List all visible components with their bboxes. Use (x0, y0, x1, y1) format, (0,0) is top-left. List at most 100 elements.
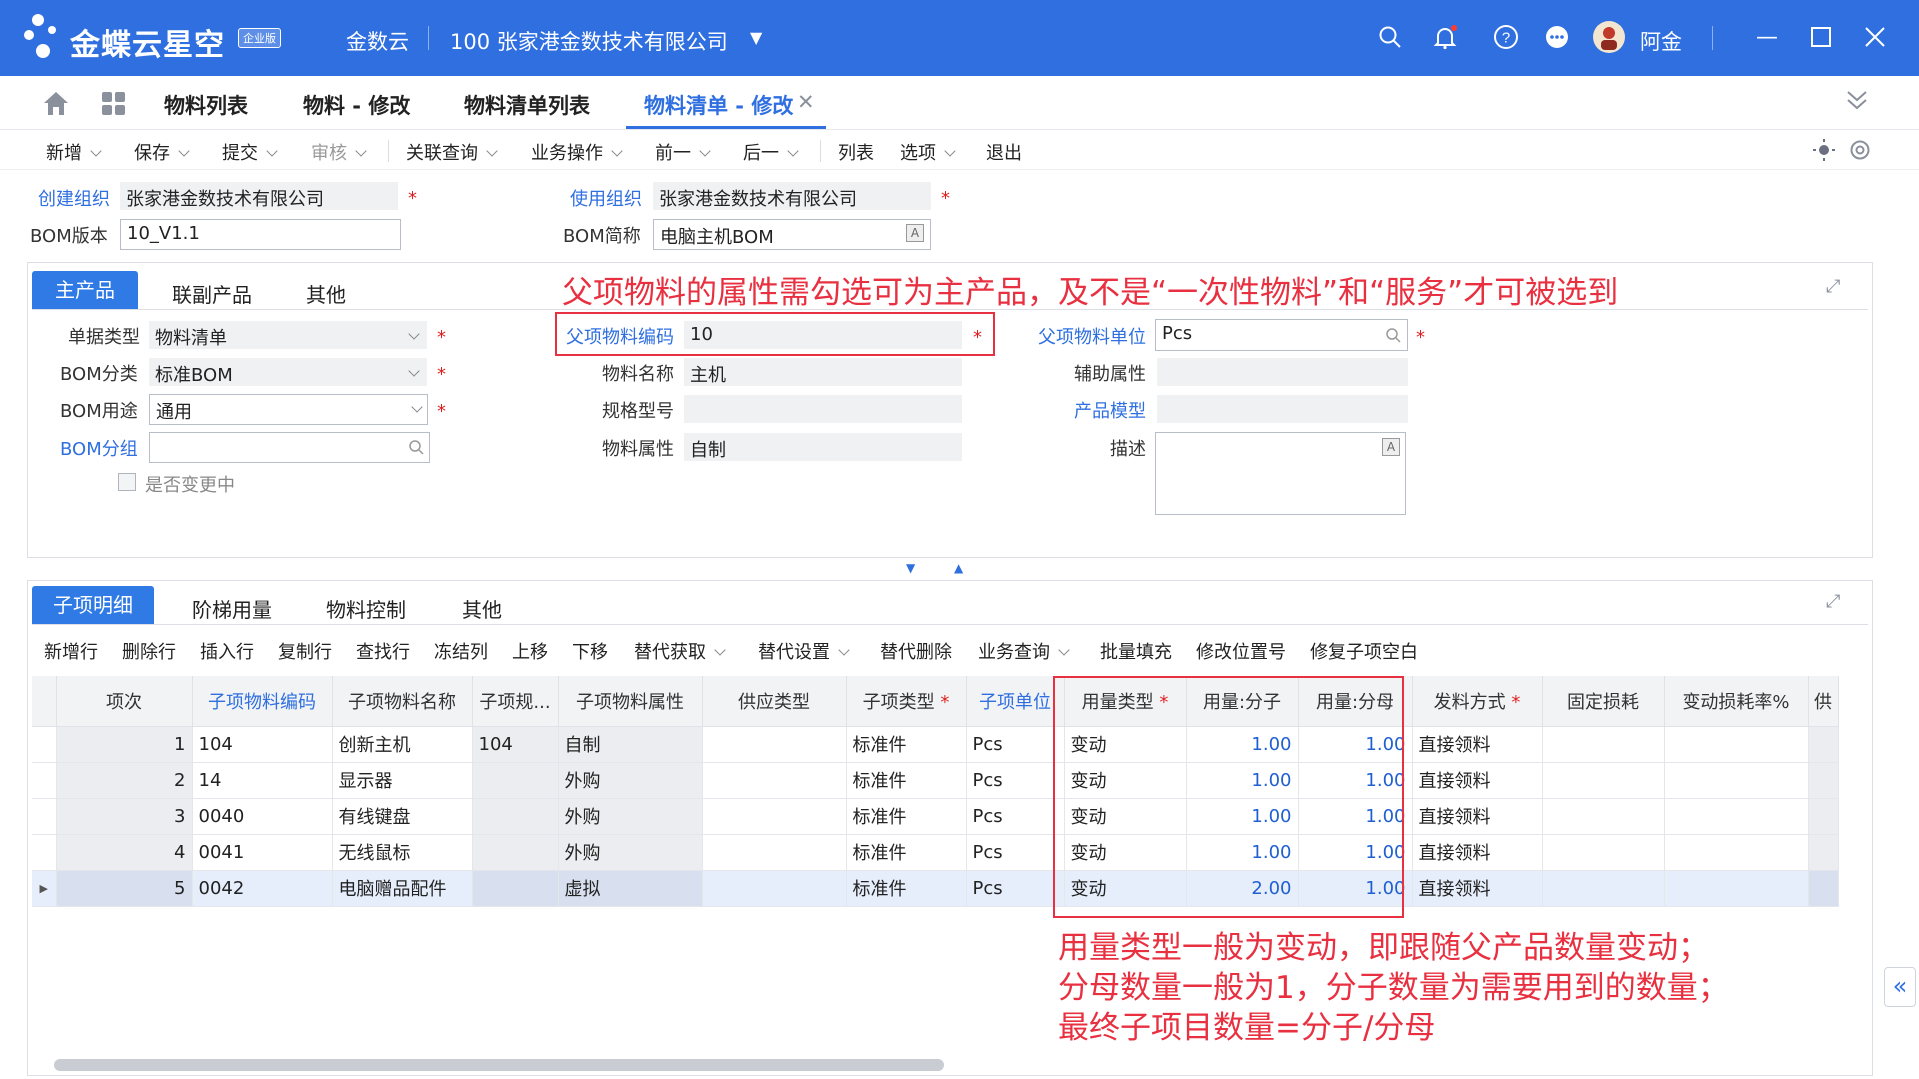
row-handle[interactable] (32, 798, 57, 835)
settings-gear-icon[interactable] (1848, 138, 1872, 167)
product-model-field[interactable] (1157, 395, 1408, 423)
multilang-icon[interactable]: A (1382, 438, 1400, 456)
expand-icon[interactable]: ⤢ (1826, 276, 1840, 297)
cell-issue[interactable]: 直接领料 (1412, 870, 1543, 907)
cell-code[interactable]: 0040 (192, 798, 333, 835)
aux-attr-field[interactable] (1157, 358, 1408, 386)
col-supply-truncated[interactable]: 供 (1808, 676, 1839, 727)
col-issue-method[interactable]: 发料方式 * (1412, 676, 1543, 727)
product-switcher[interactable]: 金数云 (346, 26, 409, 56)
parent-unit-input[interactable]: Pcs (1155, 319, 1408, 351)
more-icon[interactable] (1540, 20, 1574, 54)
cell-type[interactable]: 标准件 (846, 834, 967, 871)
table-row[interactable]: 2 14 显示器 外购 标准件 Pcs 变动 1.00 1.00 直接领料 (32, 762, 1839, 799)
cell-attr[interactable]: 外购 (558, 798, 703, 835)
theme-icon[interactable] (1812, 138, 1836, 167)
cell-name[interactable]: 创新主机 (332, 726, 473, 763)
tab-material-list[interactable]: 物料列表 (164, 90, 248, 120)
cell-empty[interactable] (1542, 834, 1665, 871)
cell-unit[interactable]: Pcs (966, 726, 1065, 763)
use-org-field[interactable]: 张家港金数技术有限公司 (653, 182, 931, 210)
avatar[interactable] (1592, 20, 1626, 54)
exit-button[interactable]: 退出 (986, 139, 1022, 165)
cell-supply[interactable] (702, 834, 847, 871)
copy-row-button[interactable]: 复制行 (278, 638, 332, 664)
table-row[interactable]: 4 0041 无线鼠标 外购 标准件 Pcs 变动 1.00 1.00 直接领料 (32, 834, 1839, 871)
is-changing-checkbox[interactable] (118, 473, 136, 491)
table-row[interactable]: 1 104 创新主机 104 自制 标准件 Pcs 变动 1.00 1.00 直接领料 (32, 726, 1839, 763)
list-button[interactable]: 列表 (838, 139, 874, 165)
cell-type[interactable]: 标准件 (846, 726, 967, 763)
cell-unit[interactable]: Pcs (966, 870, 1065, 907)
cell-empty[interactable] (1664, 726, 1809, 763)
apps-grid-icon[interactable] (102, 92, 126, 121)
cell-issue[interactable]: 直接领料 (1412, 726, 1543, 763)
tab-main-product[interactable]: 主产品 (32, 271, 138, 309)
submit-button[interactable]: 提交 (222, 139, 278, 165)
row-handle[interactable]: ▶ (32, 870, 57, 907)
org-dropdown-icon[interactable]: ▼ (750, 28, 762, 47)
cell-empty[interactable] (1664, 762, 1809, 799)
cell-issue[interactable]: 直接领料 (1412, 762, 1543, 799)
cell-empty[interactable] (1808, 762, 1839, 799)
cell-unit[interactable]: Pcs (966, 798, 1065, 835)
cell-empty[interactable] (1664, 798, 1809, 835)
cell-name[interactable]: 电脑赠品配件 (332, 870, 473, 907)
cell-attr[interactable]: 自制 (558, 726, 703, 763)
options-button[interactable]: 选项 (900, 139, 956, 165)
cell-issue[interactable]: 直接领料 (1412, 834, 1543, 871)
vertical-scrollbar[interactable] (1858, 732, 1866, 1042)
table-row[interactable]: 3 0040 有线键盘 外购 标准件 Pcs 变动 1.00 1.00 直接领料 (32, 798, 1839, 835)
close-tab-icon[interactable]: ✕ (797, 90, 815, 114)
new-button[interactable]: 新增 (46, 139, 102, 165)
cell-supply[interactable] (702, 726, 847, 763)
cell-code[interactable]: 14 (192, 762, 333, 799)
cell-spec[interactable] (472, 834, 559, 871)
cell-empty[interactable] (1808, 798, 1839, 835)
bom-usage-select[interactable]: 通用 (149, 394, 428, 425)
help-icon[interactable]: ? (1489, 20, 1523, 54)
col-child-spec[interactable]: 子项规... (472, 676, 559, 727)
bell-icon[interactable] (1428, 20, 1462, 54)
tab-child-details[interactable]: 子项明细 (32, 586, 154, 624)
substitute-delete-button[interactable]: 替代删除 (880, 638, 952, 664)
batch-fill-button[interactable]: 批量填充 (1100, 638, 1172, 664)
col-supply-type[interactable]: 供应类型 (702, 676, 847, 727)
cell-attr[interactable]: 虚拟 (558, 870, 703, 907)
find-row-button[interactable]: 查找行 (356, 638, 410, 664)
search-icon[interactable] (1385, 327, 1401, 348)
cell-type[interactable]: 标准件 (846, 762, 967, 799)
previous-button[interactable]: 前一 (655, 139, 711, 165)
description-textarea[interactable] (1155, 432, 1406, 515)
business-query-button[interactable]: 业务查询 (978, 638, 1070, 664)
col-child-type[interactable]: 子项类型 * (846, 676, 967, 727)
search-icon[interactable] (1373, 20, 1407, 54)
cell-code[interactable]: 104 (192, 726, 333, 763)
move-down-button[interactable]: 下移 (572, 638, 608, 664)
maximize-icon[interactable] (1804, 20, 1838, 54)
horizontal-scrollbar-thumb[interactable] (54, 1059, 944, 1071)
cell-attr[interactable]: 外购 (558, 834, 703, 871)
create-org-field[interactable]: 张家港金数技术有限公司 (120, 182, 398, 210)
col-index[interactable]: 项次 (56, 676, 193, 727)
save-button[interactable]: 保存 (134, 139, 190, 165)
cell-type[interactable]: 标准件 (846, 870, 967, 907)
cell-empty[interactable] (1808, 834, 1839, 871)
row-handle[interactable] (32, 762, 57, 799)
related-query-button[interactable]: 关联查询 (406, 139, 498, 165)
cell-spec[interactable] (472, 870, 559, 907)
expand-icon[interactable]: ⤢ (1826, 591, 1840, 612)
add-row-button[interactable]: 新增行 (44, 638, 98, 664)
multilang-icon[interactable]: A (906, 224, 924, 242)
col-fixed-loss[interactable]: 固定损耗 (1542, 676, 1665, 727)
cell-spec[interactable] (472, 798, 559, 835)
cell-idx[interactable]: 1 (56, 726, 193, 763)
home-icon[interactable] (42, 90, 70, 121)
tab-bom-edit[interactable]: 物料清单 - 修改 (644, 90, 793, 120)
doc-type-select[interactable]: 物料清单 (149, 321, 427, 349)
cell-name[interactable]: 显示器 (332, 762, 473, 799)
cell-empty[interactable] (1808, 726, 1839, 763)
col-child-code[interactable]: 子项物料编码 (192, 676, 333, 727)
tab-tiered-qty[interactable]: 阶梯用量 (192, 594, 272, 623)
expand-side-panel-icon[interactable]: « (1884, 967, 1916, 1007)
